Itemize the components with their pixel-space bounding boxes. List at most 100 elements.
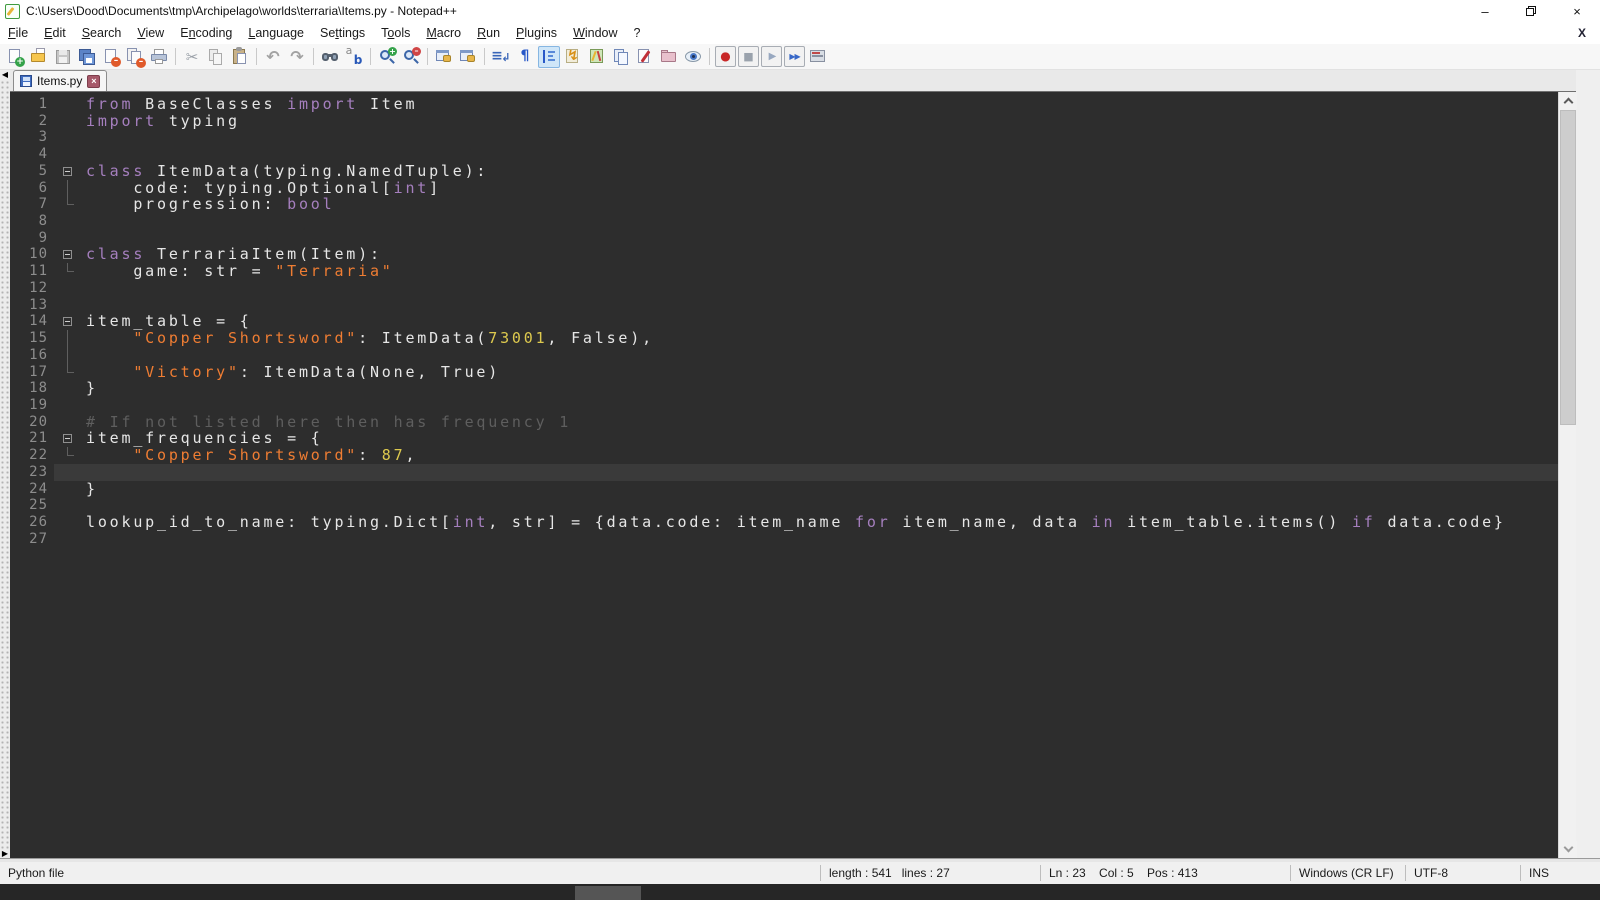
start-recording-icon[interactable]: ● [715, 46, 736, 67]
menu-edit[interactable]: Edit [36, 23, 74, 43]
code-line[interactable]: 17 "Victory": ItemData(None, True) [10, 364, 1558, 381]
close-file-icon[interactable]: – [100, 46, 122, 68]
code-line[interactable]: 4 [10, 146, 1558, 163]
playback-macro-icon[interactable]: ▶ [761, 46, 782, 67]
code-line[interactable]: 18} [10, 380, 1558, 397]
restore-button[interactable] [1508, 0, 1554, 22]
sync-vertical-scroll-icon[interactable] [433, 46, 455, 68]
vertical-scrollbar[interactable] [1558, 92, 1576, 858]
find-icon[interactable] [319, 46, 341, 68]
menu-search[interactable]: Search [74, 23, 130, 43]
menu-language[interactable]: Language [240, 23, 312, 43]
save-all-icon[interactable] [76, 46, 98, 68]
tab-close-icon[interactable]: × [87, 75, 100, 88]
minimize-button[interactable]: – [1462, 0, 1508, 22]
document-map-icon[interactable] [586, 46, 608, 68]
code-line[interactable]: 11 game: str = "Terraria" [10, 263, 1558, 280]
code-line[interactable]: 24} [10, 481, 1558, 498]
menu-macro[interactable]: Macro [418, 23, 469, 43]
fold-collapse-icon[interactable] [54, 313, 80, 330]
new-file-part: + [15, 57, 25, 67]
new-file-icon[interactable]: + [4, 46, 26, 68]
indent-guide-icon[interactable] [538, 46, 560, 68]
collapse-right-icon[interactable]: ▶ [0, 849, 10, 858]
scrollbar-thumb[interactable] [1560, 110, 1576, 425]
fold-collapse-icon[interactable] [54, 246, 80, 263]
paste-icon[interactable] [229, 46, 251, 68]
code-line[interactable]: 3 [10, 129, 1558, 146]
code-text: "Copper Shortsword": ItemData(73001, Fal… [80, 330, 1558, 347]
code-line[interactable]: 5class ItemData(typing.NamedTuple): [10, 163, 1558, 180]
close-all-icon[interactable]: – [124, 46, 146, 68]
code-line[interactable]: 16 [10, 347, 1558, 364]
folder-as-workspace-icon[interactable] [658, 46, 680, 68]
tab-label: Items.py [37, 74, 82, 88]
copy-icon[interactable] [205, 46, 227, 68]
code-line[interactable]: 10class TerrariaItem(Item): [10, 246, 1558, 263]
menu-[interactable]: ? [626, 23, 649, 43]
code-line[interactable]: 26lookup_id_to_name: typing.Dict[int, st… [10, 514, 1558, 531]
menubar-close-icon[interactable]: X [1578, 26, 1586, 40]
code-line[interactable]: 2import typing [10, 113, 1558, 130]
code-line[interactable]: 14item_table = { [10, 313, 1558, 330]
code-line[interactable]: 15 "Copper Shortsword": ItemData(73001, … [10, 330, 1558, 347]
code-line[interactable]: 8 [10, 213, 1558, 230]
menu-run[interactable]: Run [469, 23, 508, 43]
code-line[interactable]: 13 [10, 297, 1558, 314]
collapse-left-icon[interactable]: ◀ [0, 70, 10, 79]
code-line[interactable]: 12 [10, 280, 1558, 297]
code-line[interactable]: 7 progression: bool [10, 196, 1558, 213]
code-line[interactable]: 21item_frequencies = { [10, 430, 1558, 447]
screen-bottom-strip [0, 884, 1600, 900]
copy-part [213, 53, 222, 65]
chevron-up-icon [1563, 98, 1573, 108]
menu-encoding[interactable]: Encoding [172, 23, 240, 43]
code-line[interactable]: 20# If not listed here then has frequenc… [10, 414, 1558, 431]
monitoring-eye-icon[interactable] [682, 46, 704, 68]
code-line[interactable]: 25 [10, 497, 1558, 514]
menu-settings[interactable]: Settings [312, 23, 373, 43]
scroll-down-button[interactable] [1559, 841, 1577, 858]
replace-icon[interactable]: ab [343, 46, 365, 68]
scroll-up-button[interactable] [1559, 92, 1577, 109]
zoom-in-icon[interactable]: + [376, 46, 398, 68]
zoom-out-icon[interactable]: – [400, 46, 422, 68]
code-line[interactable]: 6 code: typing.Optional[int] [10, 180, 1558, 197]
cut-icon[interactable]: ✂ [181, 46, 203, 68]
fold-collapse-icon[interactable] [54, 430, 80, 447]
function-list-icon[interactable]: ↯ [562, 46, 584, 68]
save-macro-icon[interactable] [807, 46, 829, 68]
sync-horizontal-scroll-icon[interactable] [457, 46, 479, 68]
save-icon[interactable] [52, 46, 74, 68]
tab-items-py[interactable]: Items.py × [13, 70, 107, 91]
code-line[interactable]: 1from BaseClasses import Item [10, 96, 1558, 113]
fold-collapse-icon[interactable] [54, 163, 80, 180]
print-icon[interactable] [148, 46, 170, 68]
code-line[interactable]: 27 [10, 531, 1558, 548]
undo-icon[interactable]: ↶ [262, 46, 284, 68]
code-text: # If not listed here then has frequency … [80, 414, 1558, 431]
close-button[interactable]: × [1554, 0, 1600, 22]
toolbar-separator [175, 48, 176, 65]
define-language-icon[interactable] [634, 46, 656, 68]
stop-recording-icon[interactable]: ■ [738, 46, 759, 67]
menu-view[interactable]: View [129, 23, 172, 43]
menu-file[interactable]: File [0, 23, 36, 43]
document-switcher-icon[interactable] [610, 46, 632, 68]
redo-icon[interactable]: ↷ [286, 46, 308, 68]
run-macro-multiple-icon[interactable]: ▶▶ [784, 46, 805, 67]
menu-plugins[interactable]: Plugins [508, 23, 565, 43]
code-line[interactable]: 22 "Copper Shortsword": 87, [10, 447, 1558, 464]
menu-window[interactable]: Window [565, 23, 625, 43]
code-line[interactable]: 9 [10, 230, 1558, 247]
code-editor[interactable]: 1from BaseClasses import Item2import typ… [10, 92, 1558, 858]
menu-tools[interactable]: Tools [373, 23, 418, 43]
fold-margin [54, 96, 80, 113]
code-line[interactable]: 19 [10, 397, 1558, 414]
save-part [59, 50, 67, 55]
show-all-characters-icon[interactable]: ¶ [514, 46, 536, 68]
open-file-icon[interactable] [28, 46, 50, 68]
line-number: 26 [10, 514, 54, 531]
code-line[interactable]: 23 [10, 464, 1558, 481]
word-wrap-icon[interactable]: ≡↲ [490, 46, 512, 68]
